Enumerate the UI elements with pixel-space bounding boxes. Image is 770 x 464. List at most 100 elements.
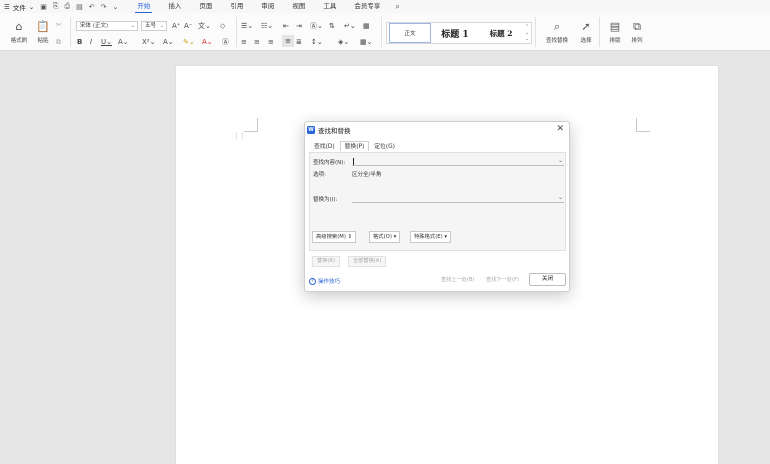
tab-tools[interactable]: 工具: [314, 0, 345, 13]
increase-indent-icon[interactable]: ⇥: [296, 21, 302, 31]
phonetic-icon[interactable]: 文⌄: [198, 21, 211, 31]
advanced-search-button[interactable]: 高级搜索(M) ⇕: [312, 231, 357, 243]
arrange-label: 排列: [631, 38, 643, 44]
sort-icon[interactable]: ⇅: [329, 21, 335, 31]
save-icon[interactable]: ▣: [40, 3, 47, 11]
numbering-icon[interactable]: ☷⌄: [261, 21, 273, 31]
close-icon[interactable]: ✕: [556, 124, 564, 134]
replace-label: 替换为(I):: [313, 197, 338, 203]
bullets-icon[interactable]: ☰⌄: [241, 21, 253, 31]
underline-icon[interactable]: U⌄: [101, 37, 112, 47]
print-icon[interactable]: ⎙: [65, 2, 71, 11]
separator: [535, 17, 536, 47]
style-normal[interactable]: 正文: [389, 23, 431, 43]
tab-review[interactable]: 审阅: [252, 0, 283, 13]
find-prev-button[interactable]: 查找上一处(B): [441, 274, 475, 286]
replace-all-button[interactable]: 全部替换(A): [348, 256, 387, 267]
font-size-select[interactable]: 五号 ⌄: [141, 21, 167, 31]
replace-button[interactable]: 替换(R): [312, 256, 341, 267]
more-icon[interactable]: ⌄: [113, 3, 119, 11]
line-spacing-icon[interactable]: ↕⌄: [311, 37, 323, 47]
chevron-down-icon: ⌄: [159, 23, 164, 29]
align-left-icon[interactable]: ≡: [241, 37, 247, 47]
shrink-font-icon[interactable]: A⁻: [184, 21, 192, 31]
cut-icon[interactable]: ✂: [56, 20, 62, 30]
borders-icon[interactable]: ▦: [363, 21, 370, 31]
chevron-down-icon: ⌄: [28, 2, 35, 11]
decrease-indent-icon[interactable]: ⇤: [283, 21, 289, 31]
find-next-button[interactable]: 查找下一处(F): [486, 274, 519, 286]
separator: [599, 17, 600, 47]
style-heading2[interactable]: 标题 2: [479, 23, 523, 43]
layout-button[interactable]: ▤ 排版: [604, 15, 626, 49]
tab-goto[interactable]: 定位(G): [369, 141, 400, 151]
find-input[interactable]: ⌄: [352, 157, 564, 166]
search-icon[interactable]: ⌕: [395, 2, 399, 12]
tab-view[interactable]: 视图: [283, 0, 314, 13]
tab-member[interactable]: 会员专享: [345, 0, 389, 13]
file-menu[interactable]: ☰ 文件 ⌄: [0, 2, 40, 12]
paste-label: 粘贴: [37, 38, 49, 44]
highlight-icon[interactable]: ✎⌄: [183, 37, 195, 47]
font-name-select[interactable]: 宋体 (正文) ⌄: [76, 21, 138, 31]
tips-link[interactable]: ? 操作技巧: [309, 277, 340, 285]
export-icon[interactable]: ⎘: [53, 2, 59, 11]
chevron-down-icon[interactable]: ⌄: [558, 157, 563, 164]
format-painter-button[interactable]: ⌂ 格式刷: [8, 15, 30, 49]
superscript-icon[interactable]: X²⌄: [142, 37, 155, 47]
tab-home[interactable]: 开始: [128, 0, 159, 13]
ribbon: ⌂ 格式刷 📋 粘贴 ✂ ⧉ 宋体 (正文) ⌄ 五号 ⌄ A⁺ A⁻ 文⌄ ◇…: [0, 13, 770, 51]
help-icon: ?: [309, 277, 316, 285]
table-border-icon[interactable]: ▦⌄: [360, 37, 372, 47]
justify-icon[interactable]: ≡: [282, 35, 294, 47]
drag-handle-icon[interactable]: ⋮⋮: [233, 133, 246, 140]
format-label: 格式(O): [373, 234, 392, 240]
font-color-icon[interactable]: A⌄: [202, 37, 213, 47]
grow-font-icon[interactable]: A⁺: [172, 21, 180, 31]
separator: [381, 17, 382, 47]
redo-icon[interactable]: ↷: [101, 3, 107, 11]
distribute-icon[interactable]: ≣: [296, 37, 302, 47]
font-size-value: 五号: [145, 23, 157, 29]
char-border-icon[interactable]: Ⓐ: [222, 37, 229, 47]
special-format-button[interactable]: 特殊格式(E) ▾: [410, 231, 452, 243]
chevron-down-icon: ⌄: [130, 23, 135, 29]
cursor-icon: ➚: [581, 20, 591, 33]
style-heading1[interactable]: 标题 1: [431, 23, 479, 43]
separator: [236, 17, 237, 47]
format-button[interactable]: 格式(O) ▾: [369, 231, 401, 243]
find-replace-button[interactable]: ⌕ 查找替换: [544, 15, 570, 49]
margin-corner: [636, 118, 650, 132]
undo-icon[interactable]: ↶: [89, 3, 95, 11]
text-effect-icon[interactable]: A⌄: [163, 37, 174, 47]
shading-icon[interactable]: ◈⌄: [338, 37, 349, 47]
align-right-icon[interactable]: ≡: [268, 37, 274, 47]
strikethrough-icon[interactable]: A⌄: [118, 37, 129, 47]
chevron-down-icon: ▾: [444, 234, 448, 240]
styles-scroll[interactable]: ⌃ ⌄ ⌄: [523, 24, 531, 42]
tab-page[interactable]: 页面: [190, 0, 221, 13]
align-center-icon[interactable]: ≡: [254, 37, 260, 47]
tab-references[interactable]: 引用: [221, 0, 252, 13]
clear-format-icon[interactable]: ◇: [220, 21, 225, 31]
file-menu-label: 文件: [12, 3, 26, 12]
close-button[interactable]: 关闭: [529, 273, 566, 286]
tab-find[interactable]: 查找(D): [309, 141, 340, 151]
tab-insert[interactable]: 插入: [159, 0, 190, 13]
copy-icon[interactable]: ⧉: [56, 37, 61, 47]
dialog-tabs: 查找(D) 替换(P) 定位(G): [309, 141, 400, 151]
chevron-down-icon[interactable]: ⌄: [558, 194, 563, 201]
dialog-titlebar[interactable]: W 查找和替换 ✕: [305, 122, 569, 138]
replace-input[interactable]: ⌄: [352, 194, 564, 203]
bold-icon[interactable]: B: [77, 37, 82, 47]
tab-replace[interactable]: 替换(P): [339, 141, 370, 151]
arrange-button[interactable]: ⧉ 排列: [626, 15, 648, 49]
preview-icon[interactable]: ▤: [76, 3, 83, 11]
text-direction-icon[interactable]: Ⓐ⌄: [310, 21, 323, 31]
quick-access-toolbar: ▣ ⎘ ⎙ ▤ ↶ ↷ ⌄: [40, 2, 128, 11]
paste-button[interactable]: 📋 粘贴: [32, 15, 54, 49]
italic-icon[interactable]: I: [90, 37, 92, 47]
show-marks-icon[interactable]: ↵⌄: [344, 21, 356, 31]
select-button[interactable]: ➚ 选择: [575, 15, 597, 49]
dialog-title: 查找和替换: [318, 127, 351, 135]
